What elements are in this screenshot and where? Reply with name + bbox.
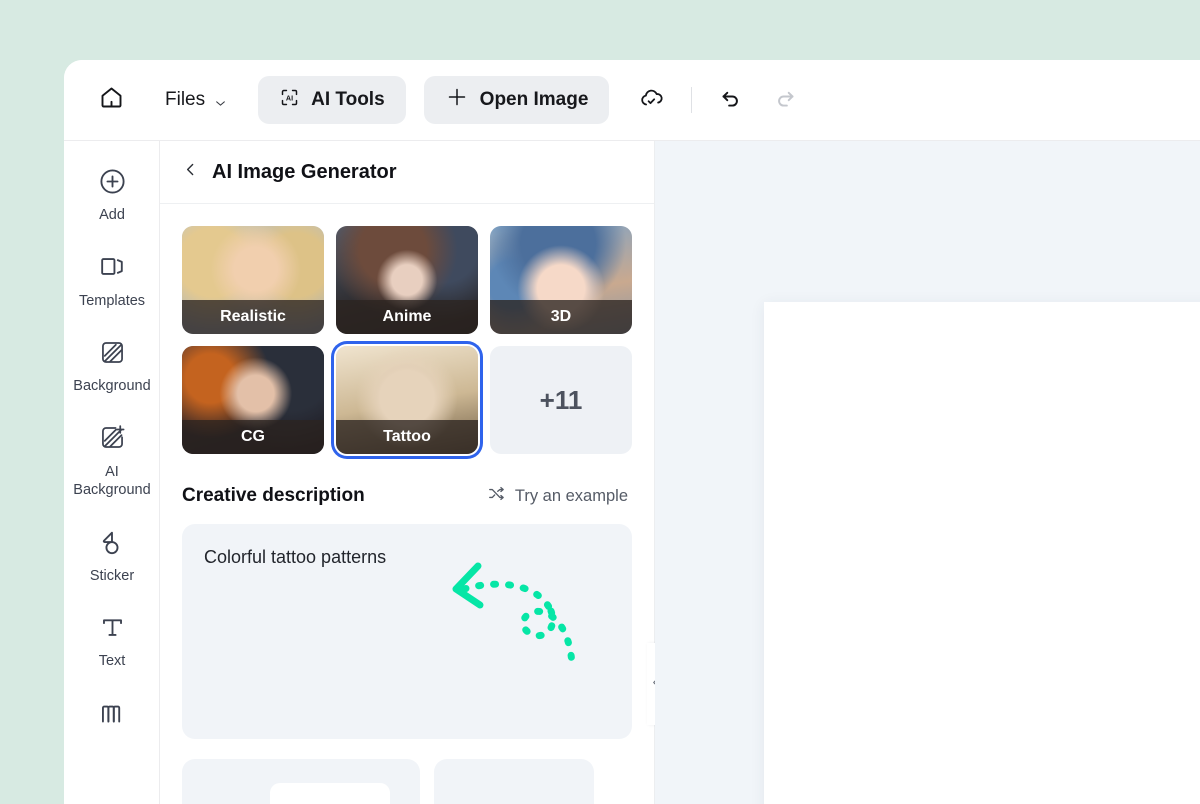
sidebar-item-background[interactable]: Background — [64, 332, 159, 396]
toolbar-divider — [691, 87, 693, 113]
ai-brackets-icon: AI — [279, 87, 300, 114]
style-tile-realistic[interactable]: Realistic — [182, 226, 324, 334]
hatch-square-plus-icon — [97, 418, 128, 458]
elements-icon — [97, 693, 128, 733]
shuffle-icon — [487, 484, 506, 508]
style-tile-anime[interactable]: Anime — [336, 226, 478, 334]
creative-description-label: Creative description — [182, 485, 365, 506]
style-tile-cg[interactable]: CG — [182, 346, 324, 454]
chevron-down-icon — [214, 94, 226, 106]
undo-icon — [717, 85, 743, 116]
panel-header: AI Image Generator — [160, 141, 654, 204]
prompt-textarea[interactable]: Colorful tattoo patterns — [182, 524, 632, 739]
style-tile-label: CG — [182, 420, 324, 454]
style-tile-label: Tattoo — [336, 420, 478, 454]
ai-image-generator-panel: AI Image Generator Realistic Anime 3D CG… — [160, 141, 655, 804]
top-toolbar: Files AI AI Tools Open Image — [64, 60, 1200, 141]
prompt-value: Colorful tattoo patterns — [204, 547, 387, 567]
style-grid: Realistic Anime 3D CG Tattoo +11 — [182, 226, 632, 454]
aspect-ratio-selected-option — [270, 783, 390, 804]
sidebar-item-label: AI Background — [73, 463, 151, 499]
artboard[interactable] — [764, 302, 1200, 804]
sidebar-item-ai-background[interactable]: AI Background — [64, 418, 159, 500]
canvas-area[interactable] — [655, 141, 1200, 804]
sidebar-item-elements[interactable] — [64, 693, 159, 738]
sidebar-item-label: Text — [98, 653, 126, 670]
sidebar-item-label: Sticker — [89, 567, 135, 584]
app-window: Files AI AI Tools Open Image Add Templat… — [64, 60, 1200, 804]
ai-tools-label: AI Tools — [311, 89, 385, 110]
aspect-ratio-control[interactable] — [182, 759, 420, 804]
home-icon — [98, 84, 125, 116]
panel-body: Realistic Anime 3D CG Tattoo +11 Creativ… — [160, 204, 654, 804]
sidebar-item-label: Background — [73, 378, 151, 395]
undo-button[interactable] — [710, 80, 750, 120]
cloud-save-button[interactable] — [629, 78, 673, 122]
creative-description-header: Creative description Try an example — [182, 484, 632, 508]
text-t-icon — [97, 607, 128, 647]
page-title: AI Image Generator — [212, 160, 397, 183]
left-tool-rail: Add Templates Background AI Background S… — [64, 141, 160, 804]
quantity-control[interactable] — [434, 759, 594, 804]
sidebar-item-add[interactable]: Add — [64, 161, 159, 225]
more-styles-label: +11 — [539, 384, 583, 415]
redo-icon — [773, 85, 799, 116]
ai-tools-button[interactable]: AI AI Tools — [258, 76, 406, 124]
sidebar-item-text[interactable]: Text — [64, 607, 159, 671]
files-label: Files — [165, 89, 206, 110]
open-image-button[interactable]: Open Image — [423, 76, 610, 124]
sidebar-item-label: Templates — [78, 292, 146, 309]
try-an-example-label: Try an example — [514, 486, 628, 505]
sticker-icon — [97, 522, 128, 562]
panel-bottom-controls — [182, 759, 632, 804]
style-tile-tattoo[interactable]: Tattoo — [336, 346, 478, 454]
try-an-example-button[interactable]: Try an example — [487, 484, 628, 508]
sidebar-item-sticker[interactable]: Sticker — [64, 522, 159, 586]
plus-icon — [445, 85, 469, 115]
svg-text:AI: AI — [286, 94, 293, 102]
chevron-left-icon[interactable] — [182, 161, 199, 183]
templates-icon — [97, 247, 128, 287]
sidebar-item-label: Add — [99, 207, 125, 223]
style-tile-3d[interactable]: 3D — [490, 226, 632, 334]
style-tile-more[interactable]: +11 — [490, 346, 632, 454]
redo-button[interactable] — [766, 80, 806, 120]
sidebar-item-templates[interactable]: Templates — [64, 247, 159, 311]
screenshot-stage: Files AI AI Tools Open Image Add Templat… — [0, 0, 1200, 804]
style-tile-label: Realistic — [182, 300, 324, 334]
style-tile-label: Anime — [336, 300, 478, 334]
plus-circle-icon — [97, 161, 128, 201]
home-button[interactable] — [89, 78, 133, 122]
files-menu-button[interactable]: Files — [151, 78, 240, 122]
cloud-check-icon — [638, 84, 665, 116]
style-tile-label: 3D — [490, 300, 632, 334]
open-image-label: Open Image — [479, 89, 589, 110]
hatch-square-icon — [97, 332, 128, 372]
